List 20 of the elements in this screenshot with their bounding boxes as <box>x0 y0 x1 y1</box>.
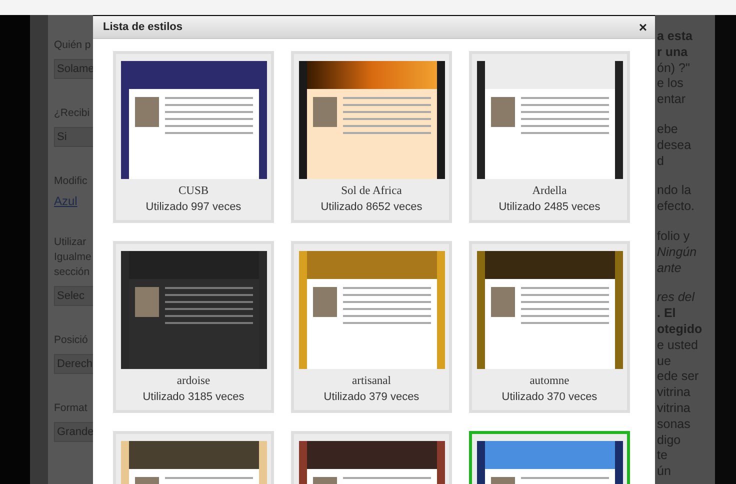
style-card[interactable]: artisanal Utilizado 379 veces <box>291 241 452 413</box>
usage-count: Utilizado 2485 veces <box>498 201 600 213</box>
style-card[interactable]: Ardella Utilizado 2485 veces <box>469 51 630 223</box>
style-card[interactable]: Sol de Africa Utilizado 8652 veces <box>291 51 452 223</box>
usage-count: Utilizado 8652 veces <box>320 201 422 213</box>
close-button[interactable]: × <box>636 19 649 35</box>
dialog-title: Lista de estilos <box>103 21 182 33</box>
usage-count: Utilizado 997 veces <box>146 201 242 213</box>
style-name: artisanal <box>352 375 391 387</box>
style-name: Ardella <box>532 185 567 197</box>
style-name: CUSB <box>178 185 209 197</box>
usage-count: Utilizado 370 veces <box>502 391 598 403</box>
style-card[interactable]: ardoise Utilizado 3185 veces <box>113 241 274 413</box>
style-name: automne <box>530 375 570 387</box>
style-card[interactable]: automne Utilizado 370 veces <box>469 241 630 413</box>
usage-count: Utilizado 379 veces <box>324 391 420 403</box>
usage-count: Utilizado 3185 veces <box>142 391 244 403</box>
style-name: Sol de Africa <box>341 185 402 197</box>
style-card[interactable]: CUSB Utilizado 997 veces <box>113 51 274 223</box>
style-name: ardoise <box>176 375 210 387</box>
